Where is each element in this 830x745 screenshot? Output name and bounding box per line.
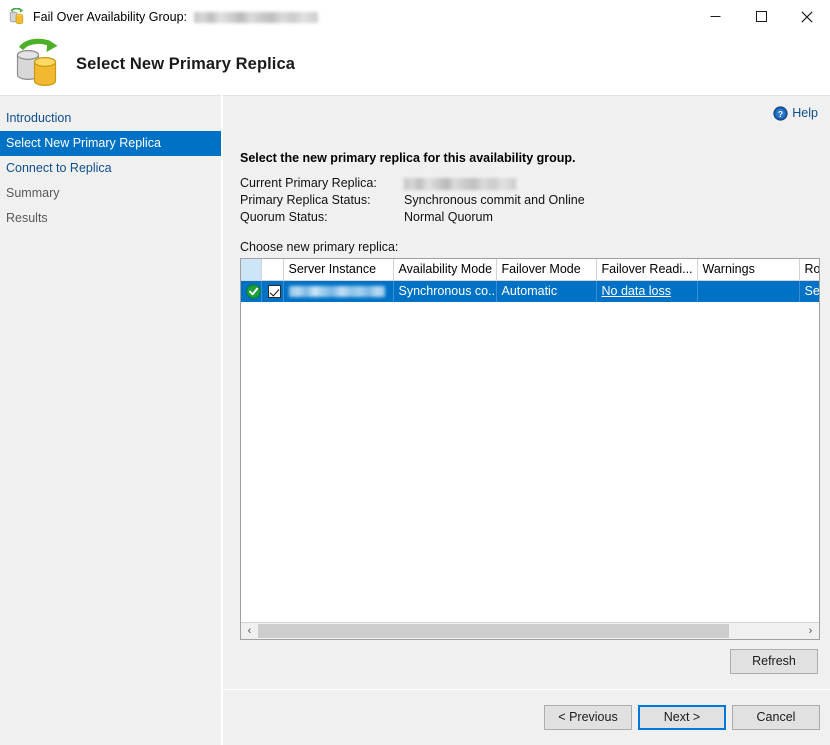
column-header-failover-readiness[interactable]: Failover Readi...: [596, 259, 698, 281]
cell-failover-mode: Automatic: [496, 280, 597, 302]
wizard-sidebar: Introduction Select New Primary Replica …: [0, 95, 221, 745]
row-select-checkbox[interactable]: [268, 285, 281, 299]
sidebar-item-label: Connect to Replica: [6, 161, 112, 175]
maximize-button[interactable]: [738, 0, 784, 33]
choose-replica-label: Choose new primary replica:: [240, 240, 399, 254]
failover-database-icon: [12, 38, 64, 90]
title-bar: Fail Over Availability Group:: [0, 0, 830, 33]
scroll-left-arrow-icon[interactable]: ‹: [241, 623, 258, 639]
server-instance-redacted: [288, 286, 385, 298]
sidebar-item-summary[interactable]: Summary: [0, 181, 221, 206]
next-button[interactable]: Next >: [638, 705, 726, 730]
failover-readiness-link[interactable]: No data loss: [602, 284, 671, 298]
replica-info-grid: Current Primary Replica: Primary Replica…: [240, 176, 820, 224]
sidebar-item-label: Summary: [6, 186, 60, 200]
cell-role: Seco: [799, 280, 819, 302]
sidebar-item-label: Introduction: [6, 111, 72, 125]
quorum-status-value: Normal Quorum: [404, 210, 493, 224]
quorum-status-label: Quorum Status:: [240, 210, 328, 224]
header-banner: Select New Primary Replica: [0, 33, 830, 95]
scroll-track[interactable]: [258, 623, 802, 639]
column-header-availability-mode[interactable]: Availability Mode: [393, 259, 497, 281]
column-header-select[interactable]: [261, 259, 284, 281]
cell-warnings: [697, 280, 800, 302]
sidebar-item-connect-to-replica[interactable]: Connect to Replica: [0, 156, 221, 181]
minimize-button[interactable]: [692, 0, 738, 33]
sidebar-item-introduction[interactable]: Introduction: [0, 106, 221, 131]
primary-replica-status-value: Synchronous commit and Online: [404, 193, 585, 207]
help-icon: ?: [773, 105, 788, 121]
sidebar-item-label: Results: [6, 211, 48, 225]
page-title: Select New Primary Replica: [76, 54, 296, 73]
window-controls: [692, 0, 830, 33]
body: Introduction Select New Primary Replica …: [0, 95, 830, 745]
footer-button-bar: < Previous Next > Cancel: [223, 690, 830, 745]
row-select-checkbox-cell[interactable]: [261, 280, 284, 302]
column-header-failover-mode[interactable]: Failover Mode: [496, 259, 597, 281]
window-title-text: Fail Over Availability Group:: [33, 9, 187, 24]
column-header-role[interactable]: Role: [799, 259, 819, 281]
refresh-row: Refresh: [240, 649, 820, 674]
replica-table: Server Instance Availability Mode Failov…: [241, 259, 819, 302]
cell-server-instance: [283, 280, 394, 302]
help-link[interactable]: ? Help: [773, 104, 818, 122]
window-title: Fail Over Availability Group:: [33, 9, 319, 24]
close-button[interactable]: [784, 0, 830, 33]
scroll-right-arrow-icon[interactable]: ›: [802, 623, 819, 639]
column-header-server-instance[interactable]: Server Instance: [283, 259, 394, 281]
status-ok-icon: [246, 284, 260, 299]
column-header-status[interactable]: [241, 259, 262, 281]
app-icon: [8, 7, 26, 26]
grid-horizontal-scrollbar[interactable]: ‹ ›: [241, 622, 819, 639]
sidebar-item-results[interactable]: Results: [0, 206, 221, 231]
sidebar-item-select-new-primary-replica[interactable]: Select New Primary Replica: [0, 131, 221, 156]
sidebar-item-label: Select New Primary Replica: [6, 136, 161, 150]
main-pane: Select the new primary replica for this …: [240, 151, 820, 745]
instruction-text: Select the new primary replica for this …: [240, 151, 576, 165]
current-primary-replica-redacted: [404, 177, 516, 190]
column-header-warnings[interactable]: Warnings: [697, 259, 800, 281]
help-label: Help: [792, 106, 818, 120]
table-row[interactable]: Synchronous co... Automatic No data loss…: [241, 280, 819, 302]
previous-button[interactable]: < Previous: [544, 705, 632, 730]
scroll-thumb[interactable]: [258, 624, 729, 638]
cell-failover-readiness[interactable]: No data loss: [596, 280, 698, 302]
cancel-button[interactable]: Cancel: [732, 705, 820, 730]
content-panel: ? Help Select the new primary replica fo…: [222, 95, 830, 745]
cell-availability-mode: Synchronous co...: [393, 280, 497, 302]
replica-grid[interactable]: Server Instance Availability Mode Failov…: [240, 258, 820, 640]
table-header-row: Server Instance Availability Mode Failov…: [241, 259, 819, 281]
svg-text:?: ?: [778, 109, 783, 119]
current-primary-replica-label: Current Primary Replica:: [240, 176, 377, 190]
window-title-redacted-value: [194, 11, 319, 23]
primary-replica-status-label: Primary Replica Status:: [240, 193, 371, 207]
current-primary-replica-value: [404, 176, 820, 190]
refresh-button[interactable]: Refresh: [730, 649, 818, 674]
row-status-cell: [241, 280, 262, 302]
